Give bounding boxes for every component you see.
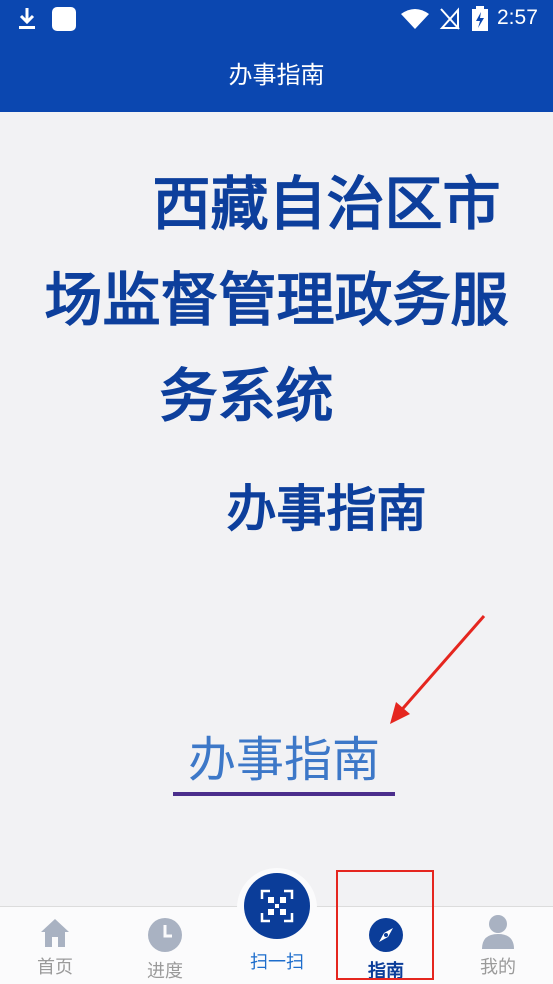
download-icon [19, 8, 35, 29]
nav-label-scan[interactable]: 扫一扫 [226, 948, 328, 974]
nav-item-me[interactable]: 我的 [443, 907, 553, 984]
guide-link[interactable]: 办事指南 [173, 728, 395, 796]
app-square-icon [52, 7, 76, 31]
app-header: 办事指南 [0, 38, 553, 112]
home-icon [41, 919, 69, 947]
qr-scan-icon [260, 889, 294, 923]
nav-item-guide[interactable]: 指南 [331, 907, 441, 984]
battery-charging-icon [472, 6, 488, 31]
nav-label-home: 首页 [37, 957, 73, 978]
scan-button[interactable] [244, 873, 310, 939]
headline-line-3: 务系统 [159, 362, 334, 430]
clock-icon [148, 918, 182, 952]
annotation-arrow-icon [390, 615, 486, 724]
status-bar: 2:57 [0, 0, 553, 38]
headline: 西藏自治区市 场监督管理政务服 务系统 [0, 156, 553, 444]
nav-label-guide: 指南 [368, 961, 404, 982]
nav-label-me: 我的 [480, 957, 516, 978]
compass-icon [369, 918, 403, 952]
page-title: 办事指南 [228, 61, 325, 89]
subheadline: 办事指南 [226, 480, 427, 538]
headline-line-1: 西藏自治区市 [152, 170, 501, 238]
nav-label-progress: 进度 [147, 961, 183, 982]
no-signal-icon [439, 7, 460, 30]
nav-item-home[interactable]: 首页 [0, 907, 110, 984]
nav-item-progress[interactable]: 进度 [110, 907, 220, 984]
headline-line-2: 场监督管理政务服 [44, 266, 509, 334]
wifi-icon [401, 9, 429, 29]
user-icon [482, 915, 514, 949]
status-time: 2:57 [497, 6, 538, 29]
